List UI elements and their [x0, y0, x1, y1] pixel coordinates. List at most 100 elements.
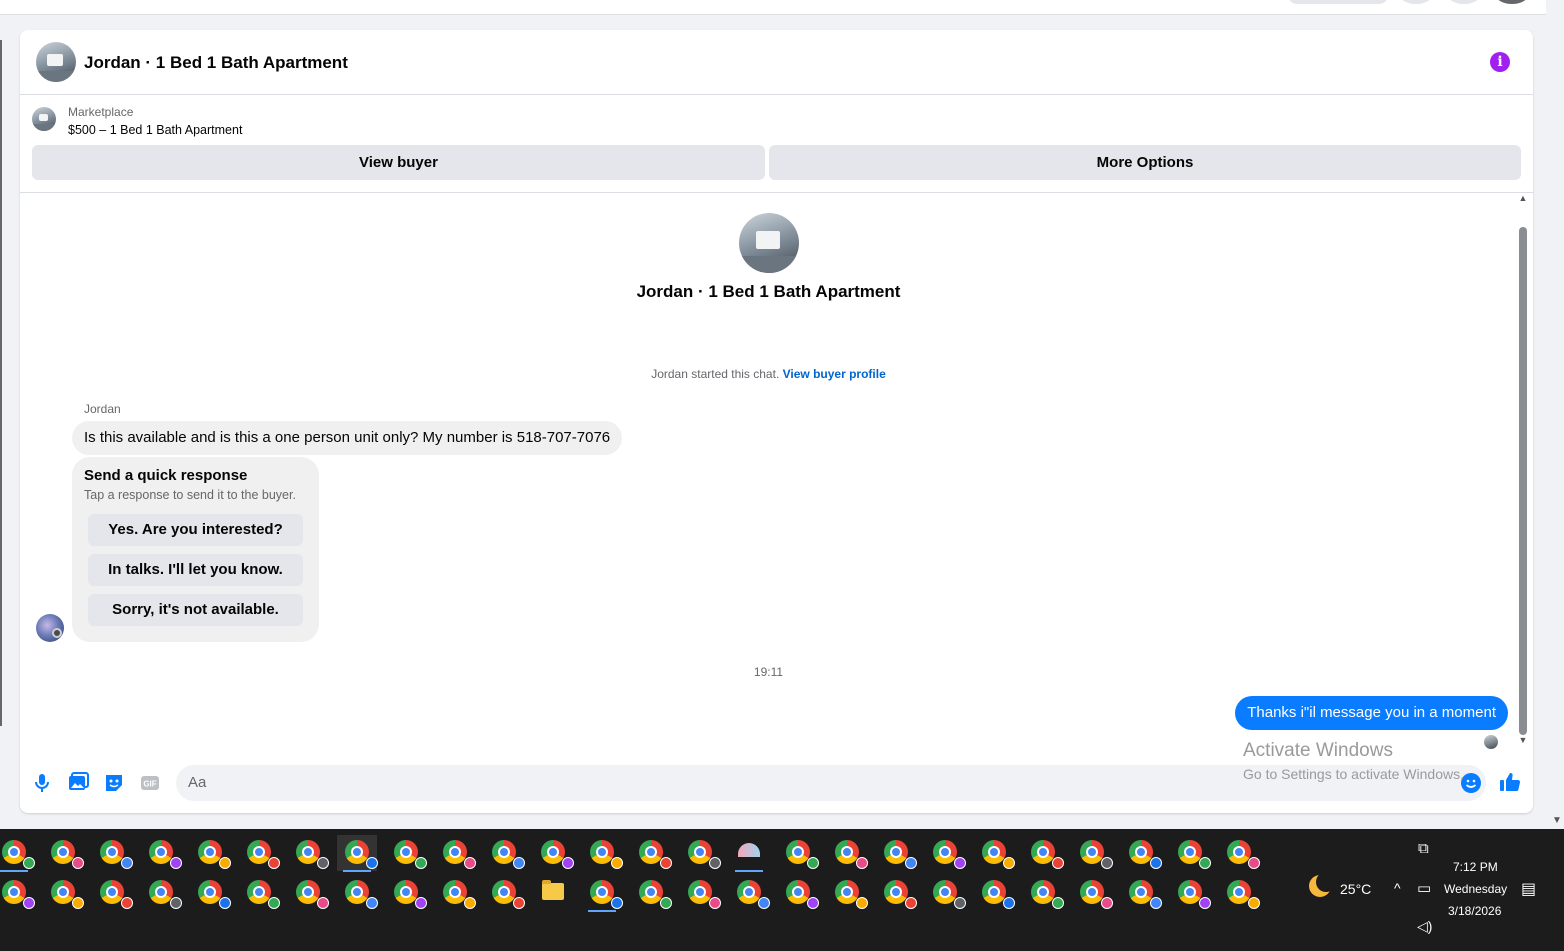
- chrome-taskbar-button[interactable]: [239, 835, 280, 871]
- top-nav-dot[interactable]: [1400, 0, 1432, 4]
- emoji-icon[interactable]: [1459, 771, 1483, 795]
- message-input[interactable]: Aa: [176, 765, 1486, 801]
- listing-thumbnail[interactable]: [32, 107, 56, 131]
- chrome-taskbar-button[interactable]: [778, 875, 819, 911]
- chrome-taskbar-button[interactable]: [680, 835, 721, 871]
- chat-scrollbar[interactable]: ▲ ▼: [1517, 193, 1533, 761]
- chrome-taskbar-button[interactable]: [0, 835, 35, 872]
- chrome-taskbar-button[interactable]: [533, 835, 574, 871]
- notification-icon[interactable]: ▤: [1521, 879, 1536, 899]
- clock-time[interactable]: 7:12 PM: [1453, 860, 1498, 874]
- chrome-taskbar-button[interactable]: [337, 875, 378, 911]
- clock-date[interactable]: 3/18/2026: [1448, 904, 1501, 918]
- weather-temperature[interactable]: 25°C: [1340, 881, 1371, 897]
- chrome-taskbar-button[interactable]: [582, 835, 623, 871]
- marketplace-banner: Marketplace $500 – 1 Bed 1 Bath Apartmen…: [20, 94, 1533, 193]
- chrome-taskbar-button[interactable]: [190, 875, 231, 911]
- chrome-taskbar-button[interactable]: [92, 835, 133, 871]
- sticker-icon[interactable]: [102, 771, 126, 795]
- quick-response-option[interactable]: Sorry, it's not available.: [88, 594, 303, 626]
- volume-icon[interactable]: ◁): [1417, 918, 1432, 935]
- chrome-taskbar-button[interactable]: [827, 835, 868, 871]
- profile-badge-icon: [1101, 857, 1113, 869]
- meet-icon[interactable]: ⧉: [1418, 840, 1429, 857]
- chrome-taskbar-button[interactable]: [484, 835, 525, 871]
- view-buyer-profile-link[interactable]: View buyer profile: [783, 367, 886, 381]
- outgoing-message[interactable]: Thanks i"il message you in a moment: [1235, 696, 1508, 730]
- quick-response-option[interactable]: In talks. I'll let you know.: [88, 554, 303, 586]
- chrome-taskbar-button[interactable]: [925, 875, 966, 911]
- chat-thread[interactable]: Jordan · 1 Bed 1 Bath Apartment Jordan s…: [20, 193, 1533, 761]
- conversation-title[interactable]: Jordan · 1 Bed 1 Bath Apartment: [84, 53, 348, 73]
- running-indicator: [0, 870, 28, 872]
- chrome-taskbar-button[interactable]: [778, 835, 819, 871]
- chrome-taskbar-button[interactable]: [239, 875, 280, 911]
- more-options-button[interactable]: More Options: [769, 145, 1521, 180]
- chrome-taskbar-button[interactable]: [827, 875, 868, 911]
- view-buyer-button[interactable]: View buyer: [32, 145, 765, 180]
- chrome-taskbar-button[interactable]: [435, 875, 476, 911]
- top-nav-dot[interactable]: [1448, 0, 1480, 4]
- chrome-taskbar-button[interactable]: [631, 875, 672, 911]
- chrome-taskbar-button[interactable]: [1072, 835, 1113, 871]
- info-icon[interactable]: i: [1490, 52, 1510, 72]
- weather-icon[interactable]: [1309, 872, 1336, 897]
- app-taskbar-button[interactable]: [729, 835, 769, 872]
- chrome-taskbar-button[interactable]: [43, 835, 84, 871]
- chrome-taskbar-button[interactable]: [141, 875, 182, 911]
- chrome-taskbar-button[interactable]: [1170, 835, 1211, 871]
- chrome-taskbar-button[interactable]: [1121, 875, 1162, 911]
- chrome-taskbar-button[interactable]: [484, 875, 525, 911]
- chrome-taskbar-button[interactable]: [190, 835, 231, 871]
- network-icon[interactable]: ▭: [1417, 879, 1431, 897]
- chrome-taskbar-button[interactable]: [1219, 835, 1260, 871]
- chrome-taskbar-button[interactable]: [1219, 875, 1260, 911]
- chrome-taskbar-button[interactable]: [1023, 875, 1064, 911]
- chrome-taskbar-button[interactable]: [1170, 875, 1211, 911]
- microphone-icon[interactable]: [30, 771, 54, 795]
- chrome-taskbar-button[interactable]: [288, 835, 329, 871]
- page-scrollbar[interactable]: ▼: [1548, 0, 1564, 828]
- account-avatar[interactable]: [1496, 0, 1528, 4]
- thumbs-up-icon[interactable]: [1498, 770, 1522, 794]
- chrome-taskbar-button[interactable]: [876, 835, 917, 871]
- gif-icon[interactable]: GIF: [138, 771, 162, 795]
- chrome-taskbar-button[interactable]: [1072, 875, 1113, 911]
- chrome-taskbar-button[interactable]: [974, 875, 1015, 911]
- chrome-taskbar-button[interactable]: [141, 835, 182, 871]
- chrome-icon: [51, 840, 84, 869]
- chevron-up-icon[interactable]: ^: [1394, 880, 1401, 896]
- scroll-down-arrow-icon[interactable]: ▼: [1517, 735, 1529, 745]
- chrome-taskbar-button[interactable]: [435, 835, 476, 871]
- chrome-taskbar-button[interactable]: [288, 875, 329, 911]
- chrome-icon: [737, 880, 770, 909]
- chrome-taskbar-button[interactable]: [92, 875, 133, 911]
- file-explorer-taskbar-button[interactable]: [533, 875, 573, 911]
- quick-response-option[interactable]: Yes. Are you interested?: [88, 514, 303, 546]
- scrollbar-thumb[interactable]: [1519, 227, 1527, 735]
- image-icon[interactable]: [66, 771, 90, 795]
- chrome-taskbar-button[interactable]: [680, 875, 721, 911]
- chrome-icon: [149, 880, 182, 909]
- chrome-taskbar-button[interactable]: [386, 875, 427, 911]
- incoming-message[interactable]: Is this available and is this a one pers…: [72, 421, 623, 455]
- listing-title[interactable]: $500 – 1 Bed 1 Bath Apartment: [68, 123, 242, 137]
- chrome-taskbar-button[interactable]: [876, 875, 917, 911]
- top-nav-pill[interactable]: [1288, 0, 1388, 4]
- clock-day[interactable]: Wednesday: [1444, 882, 1507, 896]
- listing-avatar[interactable]: [36, 42, 76, 82]
- chrome-taskbar-button[interactable]: [337, 835, 378, 872]
- chrome-taskbar-button[interactable]: [925, 835, 966, 871]
- chrome-taskbar-button[interactable]: [43, 875, 84, 911]
- chrome-taskbar-button[interactable]: [974, 835, 1015, 871]
- chrome-taskbar-button[interactable]: [729, 875, 770, 911]
- chrome-taskbar-button[interactable]: [631, 835, 672, 871]
- profile-badge-icon: [1101, 897, 1113, 909]
- chrome-taskbar-button[interactable]: [0, 875, 35, 911]
- sender-avatar[interactable]: [36, 614, 64, 642]
- chrome-taskbar-button[interactable]: [1121, 835, 1162, 871]
- chrome-taskbar-button[interactable]: [386, 835, 427, 871]
- chrome-taskbar-button[interactable]: [1023, 835, 1064, 871]
- scroll-up-arrow-icon[interactable]: ▲: [1517, 193, 1529, 203]
- chrome-taskbar-button[interactable]: [582, 875, 623, 912]
